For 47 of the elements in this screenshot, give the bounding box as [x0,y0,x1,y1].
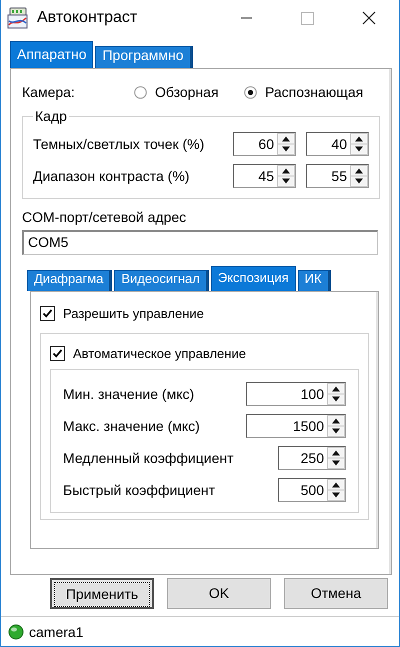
dialog-button[interactable]: Применить [50,578,154,609]
group-title: Кадр [34,110,68,122]
app-icon [7,7,29,29]
radio-button[interactable] [134,86,147,98]
spin-box[interactable]: 100 [246,382,346,406]
field-label: COM-порт/сетевой адрес [22,209,188,225]
tab[interactable]: Диафрагма [27,270,112,291]
spin-box[interactable]: 60 [233,132,296,156]
spin-box[interactable]: 45 [233,164,296,188]
spin-box[interactable]: 40 [306,132,369,156]
field-label: Быстрый коэффициент [63,482,216,498]
radio-label: Обзорная [155,84,219,100]
spin-box[interactable]: 1500 [246,414,346,438]
spin-arrows-icon[interactable] [277,165,295,187]
checkbox[interactable] [40,306,55,321]
spin-box[interactable]: 250 [278,446,346,470]
dialog-button[interactable]: Отмена [284,578,388,609]
camera-label: Камера: [22,84,76,100]
field-label: Макс. значение (мкс) [63,418,201,434]
field-label: Диапазон контраста (%) [33,168,190,184]
tab[interactable]: ИК [298,270,331,291]
radio-label: Распознающая [265,84,364,100]
radio-button[interactable] [244,86,257,98]
spin-box[interactable]: 500 [278,478,346,502]
checkbox-label: Разрешить управление [63,306,204,321]
field-label: Мин. значение (мкс) [63,386,196,402]
field-label: Медленный коэффициент [63,450,234,466]
input-field[interactable]: COM5 [22,230,378,255]
spin-arrows-icon[interactable] [327,415,345,437]
tab[interactable]: Экспозиция [210,266,296,291]
close-icon[interactable] [362,11,376,25]
checkbox-label: Автоматическое управление [73,346,246,361]
spin-box[interactable]: 55 [306,164,369,188]
status-text: camera1 [29,624,84,640]
field-label: Темных/светлых точек (%) [33,136,206,152]
spin-arrows-icon[interactable] [350,165,368,187]
spin-arrows-icon[interactable] [327,383,345,405]
dialog-button[interactable]: OK [167,578,271,609]
spin-arrows-icon[interactable] [327,447,345,469]
tab[interactable]: Аппаратно [10,41,94,68]
tab[interactable]: Видеосигнал [114,270,209,291]
window-title: Автоконтраст [37,9,138,27]
spin-arrows-icon[interactable] [350,133,368,155]
spin-arrows-icon[interactable] [277,133,295,155]
tab[interactable]: Программно [95,46,193,68]
spin-arrows-icon[interactable] [327,479,345,501]
checkbox[interactable] [50,346,65,361]
